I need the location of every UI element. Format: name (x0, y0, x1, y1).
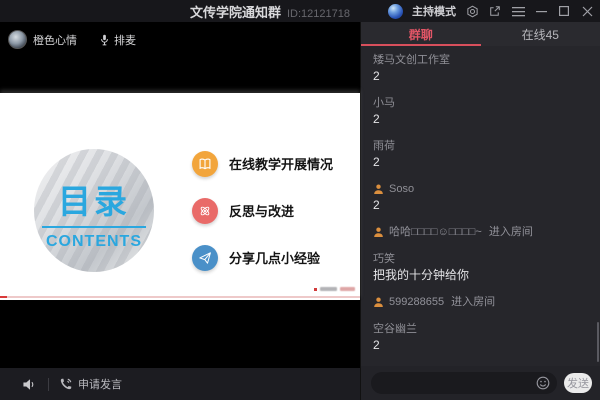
presentation-slide: 目录 CONTENTS 在线教学开展情况反思与改进分享几点小经验 (0, 93, 360, 300)
group-title: 文传学院通知群 (190, 2, 281, 21)
chat-message-text: 2 (373, 337, 590, 353)
chat-sender-name: 哈哈□□□□☺□□□□~ (389, 224, 482, 240)
video-stage: 橙色心情 排麦 目录 CONTENTS 在线教学开展情况反思与改进分享几点小经验 (0, 22, 360, 400)
system-message: 哈哈□□□□☺□□□□~ 进入房间 (373, 224, 590, 240)
tab-group-chat[interactable]: 群聊 (361, 22, 481, 46)
request-speak-label: 申请发言 (78, 376, 122, 392)
chat-message: 空谷幽兰2 (373, 321, 590, 353)
chat-message-text: 2 (373, 197, 590, 213)
chat-sender-name: 599288655 (389, 294, 444, 310)
book-icon (192, 151, 218, 177)
chat-message-list: 矮马文创工作室2小马2雨荷2Soso2哈哈□□□□☺□□□□~ 进入房间巧笑把我… (361, 46, 600, 366)
chat-message-text: 2 (373, 111, 590, 127)
speaker-button[interactable] (18, 373, 40, 395)
menu-icon[interactable] (511, 4, 525, 18)
chat-field[interactable] (371, 372, 557, 394)
request-speak-button[interactable]: 申请发言 (59, 376, 122, 392)
chat-sender-name: 空谷幽兰 (373, 321, 417, 337)
chat-tabs: 群聊 在线45 (361, 22, 600, 46)
chat-sender-name: 矮马文创工作室 (373, 52, 450, 68)
system-message-text: 进入房间 (486, 224, 533, 240)
presenter-name: 橙色心情 (33, 32, 77, 48)
chat-scrollbar[interactable] (597, 322, 599, 362)
slide-watermark (314, 287, 355, 291)
chat-message: 矮马文创工作室2 (373, 52, 590, 84)
chat-input-row: 发送 (361, 366, 600, 400)
slide-agenda-label: 在线教学开展情况 (229, 154, 333, 173)
chat-sender-name: 巧笑 (373, 251, 395, 267)
chat-message-text: 2 (373, 154, 590, 170)
member-badge-icon (373, 296, 385, 308)
queue-mic-button[interactable]: 排麦 (99, 32, 136, 48)
host-avatar (388, 4, 403, 19)
chat-message: Soso2 (373, 181, 590, 213)
raise-hand-phone-icon (59, 377, 73, 391)
minimize-button[interactable] (534, 4, 548, 18)
slide-progress-bar (0, 296, 360, 298)
queue-mic-label: 排麦 (114, 32, 136, 48)
slide-agenda-label: 分享几点小经验 (229, 248, 320, 267)
close-button[interactable] (580, 4, 594, 18)
maximize-button[interactable] (557, 4, 571, 18)
system-message: 599288655 进入房间 (373, 294, 590, 310)
divider (48, 378, 49, 391)
send-button[interactable]: 发送 (564, 373, 592, 393)
chat-message: 小马2 (373, 95, 590, 127)
chat-sender-name: Soso (389, 181, 414, 197)
host-mode-label[interactable]: 主持模式 (412, 3, 456, 19)
chat-input[interactable] (381, 376, 536, 390)
chat-panel: 群聊 在线45 矮马文创工作室2小马2雨荷2Soso2哈哈□□□□☺□□□□~ … (360, 22, 600, 400)
chat-message: 雨荷2 (373, 138, 590, 170)
slide-agenda-item: 分享几点小经验 (192, 244, 333, 271)
presenter-overlay: 橙色心情 排麦 (8, 30, 136, 49)
chat-message-text: 把我的十分钟给你 (373, 267, 590, 283)
settings-icon[interactable] (465, 4, 479, 18)
chat-sender-name: 雨荷 (373, 138, 395, 154)
slide-agenda-item: 反思与改进 (192, 197, 333, 224)
share-icon[interactable] (488, 4, 502, 18)
toc-divider (42, 226, 146, 228)
titlebar: 文传学院通知群 ID:12121718 主持模式 (0, 0, 600, 22)
slide-agenda-list: 在线教学开展情况反思与改进分享几点小经验 (192, 150, 333, 291)
system-message-text: 进入房间 (448, 294, 495, 310)
speaker-icon (22, 378, 36, 391)
toc-title: 目录 (58, 185, 130, 219)
chat-message-text: 2 (373, 68, 590, 84)
toc-subtitle: CONTENTS (46, 233, 142, 251)
member-badge-icon (373, 183, 385, 195)
video-area: 橙色心情 排麦 目录 CONTENTS 在线教学开展情况反思与改进分享几点小经验 (0, 22, 360, 368)
emoji-icon[interactable] (536, 376, 550, 390)
stage-bottom-bar: 申请发言 (0, 368, 360, 400)
presenter-avatar (8, 30, 27, 49)
chat-message: 巧笑把我的十分钟给你 (373, 251, 590, 283)
member-badge-icon (373, 226, 385, 238)
room-id: ID:12121718 (287, 8, 350, 20)
slide-agenda-label: 反思与改进 (229, 201, 294, 220)
tab-online-members[interactable]: 在线45 (481, 22, 600, 46)
app-window: 文传学院通知群 ID:12121718 主持模式 (0, 0, 600, 400)
microphone-icon (99, 34, 110, 46)
paper-plane-icon (192, 245, 218, 271)
toc-photo-circle: 目录 CONTENTS (34, 149, 154, 272)
atom-icon (192, 198, 218, 224)
chat-sender-name: 小马 (373, 95, 395, 111)
slide-agenda-item: 在线教学开展情况 (192, 150, 333, 177)
